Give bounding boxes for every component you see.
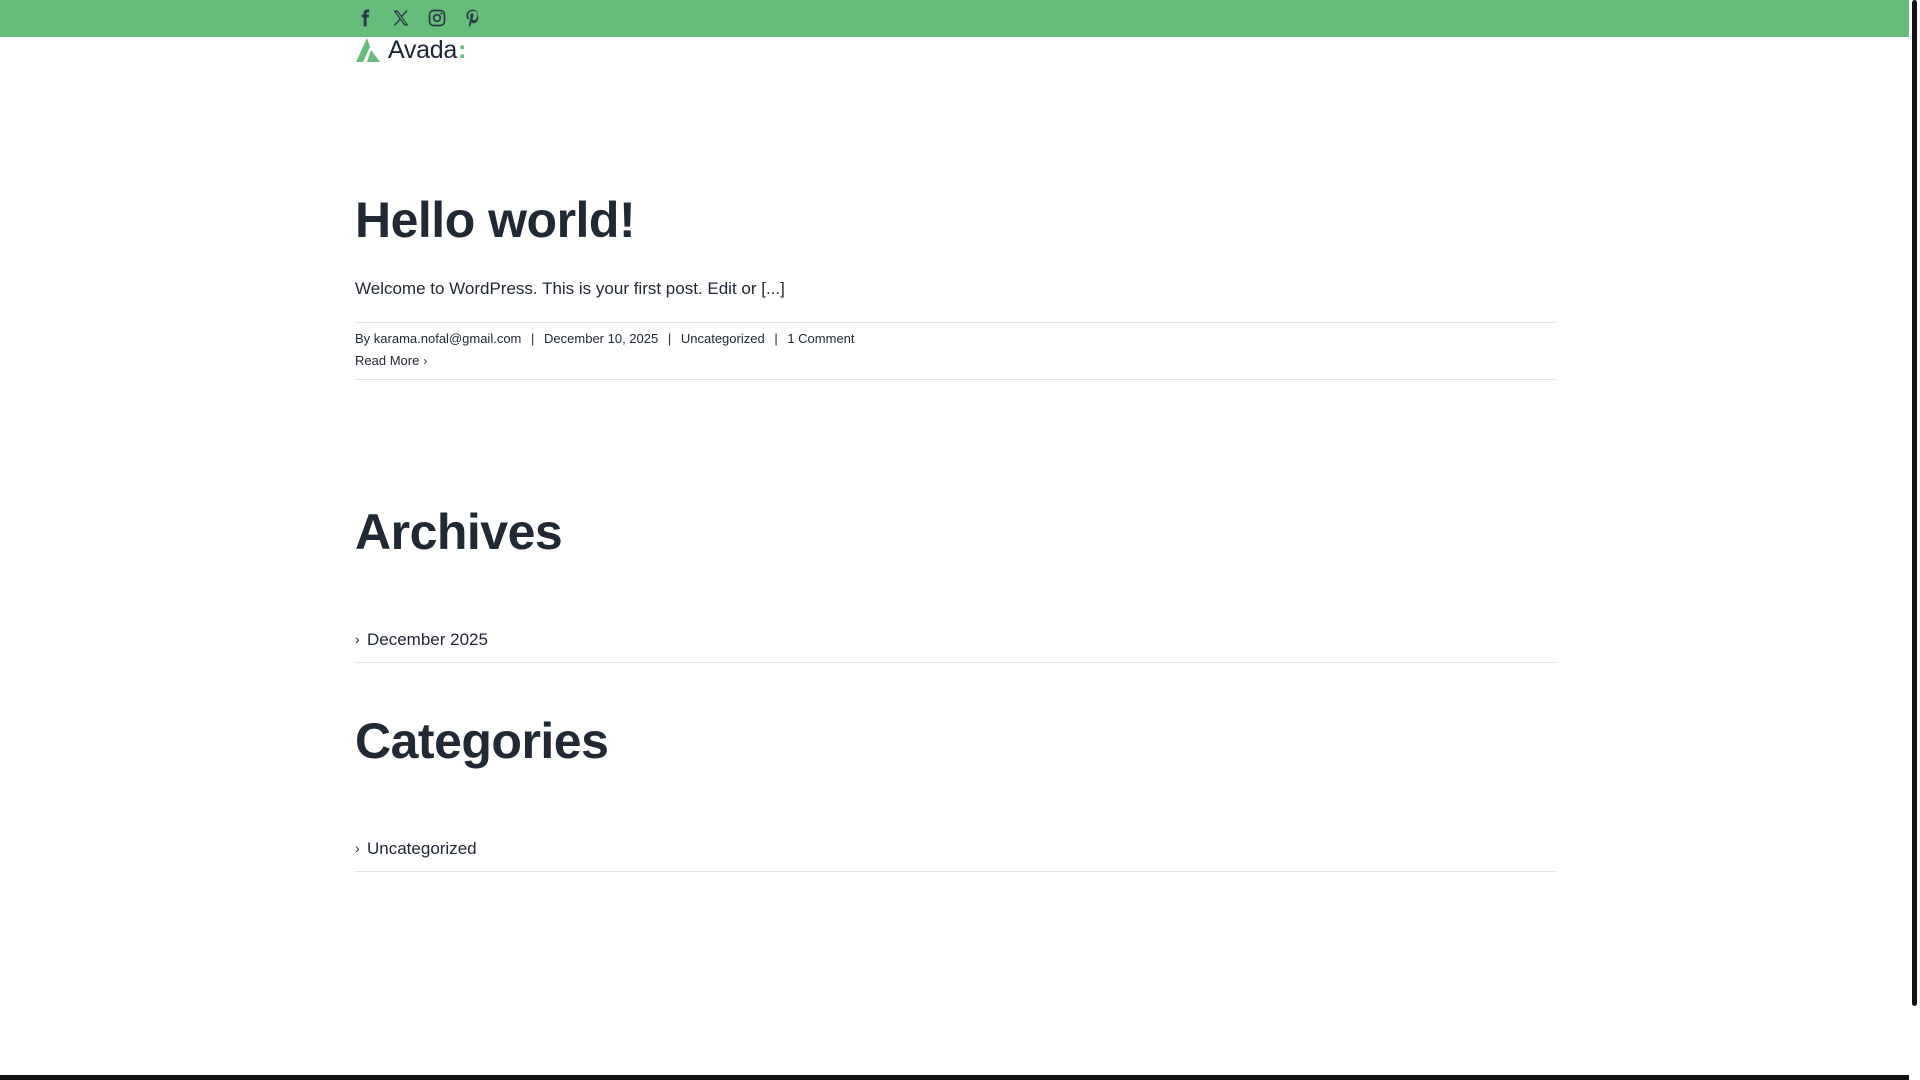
x-icon[interactable] bbox=[391, 8, 411, 28]
archive-item[interactable]: › December 2025 bbox=[355, 618, 1555, 663]
archive-item-label: December 2025 bbox=[367, 630, 488, 649]
post-title[interactable]: Hello world! bbox=[355, 190, 636, 250]
meta-separator: | bbox=[774, 331, 778, 346]
post-meta: By karama.nofal@gmail.com | December 10,… bbox=[355, 331, 855, 347]
site-logo[interactable]: Avada : bbox=[355, 37, 466, 63]
meta-by-label: By bbox=[355, 331, 371, 346]
archives-title: Archives bbox=[355, 504, 563, 560]
pinterest-icon[interactable] bbox=[463, 8, 483, 28]
top-bar bbox=[0, 0, 1909, 37]
meta-separator: | bbox=[667, 331, 672, 346]
footer-edge bbox=[0, 1075, 1909, 1080]
meta-date: December 10, 2025 bbox=[544, 331, 659, 346]
chevron-right-icon: › bbox=[423, 354, 428, 368]
meta-category[interactable]: Uncategorized bbox=[681, 331, 765, 346]
category-item[interactable]: › Uncategorized bbox=[355, 827, 1555, 872]
meta-separator: | bbox=[531, 331, 535, 346]
scrollbar-thumb[interactable] bbox=[1912, 0, 1917, 1006]
facebook-icon[interactable] bbox=[355, 8, 375, 28]
instagram-icon[interactable] bbox=[427, 8, 447, 28]
logo-mark-icon bbox=[356, 38, 380, 62]
meta-author[interactable]: karama.nofal@gmail.com bbox=[374, 331, 522, 346]
meta-comments[interactable]: 1 Comment bbox=[787, 331, 854, 346]
page-scrollbar[interactable] bbox=[1909, 0, 1920, 1080]
chevron-right-icon: › bbox=[355, 840, 360, 856]
logo-text: Avada bbox=[388, 36, 457, 64]
logo-accent: : bbox=[457, 36, 467, 64]
category-item-label: Uncategorized bbox=[367, 839, 477, 858]
post-meta-box: By karama.nofal@gmail.com | December 10,… bbox=[355, 322, 1555, 380]
social-links bbox=[355, 8, 483, 28]
chevron-right-icon: › bbox=[355, 631, 360, 647]
read-more-label: Read More bbox=[355, 353, 420, 368]
read-more-link[interactable]: Read More › bbox=[355, 353, 427, 369]
categories-title: Categories bbox=[355, 713, 609, 769]
post-excerpt: Welcome to WordPress. This is your first… bbox=[355, 279, 785, 298]
